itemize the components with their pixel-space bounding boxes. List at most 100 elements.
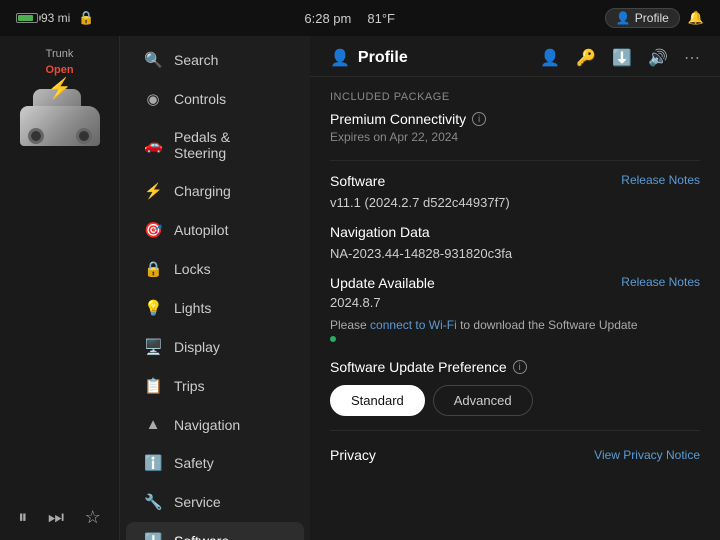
sidebar-label-charging: Charging: [174, 183, 231, 199]
volume-icon: 🔊: [648, 48, 668, 68]
status-left: 93 mi 🔒: [16, 10, 95, 26]
charging-bolt-icon: ⚡: [47, 76, 72, 101]
sidebar-item-software[interactable]: ⬇️ Software: [126, 522, 304, 540]
status-bar: 93 mi 🔒 6:28 pm 81°F 👤 Profile 🔔: [0, 0, 720, 36]
software-label: Software: [330, 173, 385, 189]
sidebar-item-search[interactable]: 🔍 Search: [126, 41, 304, 79]
favorite-button[interactable]: ☆: [85, 507, 101, 528]
sidebar-label-lights: Lights: [174, 300, 211, 316]
sidebar-label-search: Search: [174, 52, 218, 68]
charging-icon: ⚡: [144, 182, 162, 200]
navigation-icon: ▲: [144, 416, 162, 433]
preference-info-icon[interactable]: i: [513, 360, 527, 374]
content-header: 👤 Profile 👤 🔑 ⬇️ 🔊 ⋯: [310, 36, 720, 77]
lights-icon: 💡: [144, 299, 162, 317]
sidebar: 🔍 Search ◉ Controls 🚗 Pedals & Steering …: [120, 36, 310, 540]
trips-icon: 📋: [144, 377, 162, 395]
divider-1: [330, 160, 700, 161]
advanced-button[interactable]: Advanced: [433, 385, 533, 416]
update-label: Update Available: [330, 275, 435, 291]
privacy-label: Privacy: [330, 447, 376, 463]
connectivity-row: Premium Connectivity i: [330, 111, 700, 127]
key-icon: 🔑: [576, 48, 596, 68]
update-available-row: Update Available Release Notes: [330, 275, 700, 291]
lock-icon: 🔒: [78, 10, 94, 26]
sidebar-label-controls: Controls: [174, 91, 226, 107]
included-label: Included package: [330, 91, 700, 103]
battery-text: 93 mi: [41, 11, 70, 25]
wifi-notice-suffix: to download the Software Update: [460, 318, 637, 332]
software-release-link[interactable]: Release Notes: [621, 173, 700, 187]
standard-button[interactable]: Standard: [330, 385, 425, 416]
sidebar-item-trips[interactable]: 📋 Trips: [126, 367, 304, 405]
preference-row: Software Update Preference i: [330, 359, 700, 375]
sidebar-item-pedals[interactable]: 🚗 Pedals & Steering: [126, 119, 304, 171]
sidebar-label-navigation: Navigation: [174, 417, 240, 433]
header-icons: 👤 🔑 ⬇️ 🔊 ⋯: [540, 48, 700, 68]
page-title: Profile: [358, 49, 408, 67]
download-icon: ⬇️: [612, 48, 632, 68]
preference-buttons: Standard Advanced: [330, 385, 700, 416]
status-indicator: [330, 336, 336, 342]
content-area: 👤 Profile 👤 🔑 ⬇️ 🔊 ⋯ Included package Pr…: [310, 36, 720, 540]
sidebar-label-display: Display: [174, 339, 220, 355]
skip-button[interactable]: ⏭: [48, 507, 64, 528]
service-icon: 🔧: [144, 493, 162, 511]
sidebar-label-software: Software: [174, 533, 229, 540]
connectivity-info-icon[interactable]: i: [472, 112, 486, 126]
privacy-link[interactable]: View Privacy Notice: [594, 448, 700, 462]
profile-icon: 👤: [616, 11, 631, 25]
main-container: Trunk Open ⚡ ⏸ ⏭ ☆ 🔍 Search ◉ Controls 🚗…: [0, 36, 720, 540]
controls-icon: ◉: [144, 90, 162, 108]
navigation-data-row: Navigation Data: [330, 224, 700, 240]
sidebar-label-service: Service: [174, 494, 221, 510]
divider-2: [330, 430, 700, 431]
content-title: 👤 Profile: [330, 48, 408, 68]
sidebar-item-locks[interactable]: 🔒 Locks: [126, 250, 304, 288]
sidebar-item-navigation[interactable]: ▲ Navigation: [126, 406, 304, 443]
sidebar-item-autopilot[interactable]: 🎯 Autopilot: [126, 211, 304, 249]
temperature-display: 81°F: [367, 11, 395, 26]
wifi-link[interactable]: connect to Wi-Fi: [370, 318, 457, 332]
sidebar-item-service[interactable]: 🔧 Service: [126, 483, 304, 521]
navigation-data-value: NA-2023.44-14828-931820c3fa: [330, 246, 700, 261]
navigation-data-label: Navigation Data: [330, 224, 430, 240]
software-row: Software Release Notes: [330, 173, 700, 189]
pedals-icon: 🚗: [144, 136, 162, 154]
menu-dots-icon: ⋯: [684, 48, 700, 68]
search-icon: 🔍: [144, 51, 162, 69]
pause-button[interactable]: ⏸: [18, 507, 27, 528]
sidebar-item-lights[interactable]: 💡 Lights: [126, 289, 304, 327]
trunk-label: Trunk: [46, 48, 74, 60]
car-image: [15, 86, 105, 186]
preference-label: Software Update Preference: [330, 359, 507, 375]
update-value: 2024.8.7: [330, 295, 700, 310]
person-icon: 👤: [540, 48, 560, 68]
display-icon: 🖥️: [144, 338, 162, 356]
wifi-notice: Please connect to Wi-Fi to download the …: [330, 318, 700, 332]
profile-title-icon: 👤: [330, 48, 350, 68]
autopilot-icon: 🎯: [144, 221, 162, 239]
wifi-notice-prefix: Please: [330, 318, 367, 332]
sidebar-label-pedals: Pedals & Steering: [174, 129, 286, 161]
software-value: v11.1 (2024.2.7 d522c44937f7): [330, 195, 700, 210]
sidebar-item-safety[interactable]: ℹ️ Safety: [126, 444, 304, 482]
profile-badge[interactable]: 👤 Profile: [605, 8, 680, 28]
profile-label: Profile: [635, 11, 669, 25]
safety-icon: ℹ️: [144, 454, 162, 472]
sidebar-label-locks: Locks: [174, 261, 211, 277]
privacy-row: Privacy View Privacy Notice: [330, 443, 700, 463]
sidebar-label-trips: Trips: [174, 378, 205, 394]
update-release-link[interactable]: Release Notes: [621, 275, 700, 289]
time-display: 6:28 pm: [304, 11, 351, 26]
expires-text: Expires on Apr 22, 2024: [330, 130, 700, 144]
sidebar-item-display[interactable]: 🖥️ Display: [126, 328, 304, 366]
status-center: 6:28 pm 81°F: [304, 11, 395, 26]
sidebar-item-charging[interactable]: ⚡ Charging: [126, 172, 304, 210]
car-panel: Trunk Open ⚡ ⏸ ⏭ ☆: [0, 36, 120, 540]
sidebar-item-controls[interactable]: ◉ Controls: [126, 80, 304, 118]
sidebar-label-autopilot: Autopilot: [174, 222, 228, 238]
sidebar-label-safety: Safety: [174, 455, 214, 471]
notification-icon: 🔔: [688, 10, 704, 26]
connectivity-title: Premium Connectivity: [330, 111, 466, 127]
